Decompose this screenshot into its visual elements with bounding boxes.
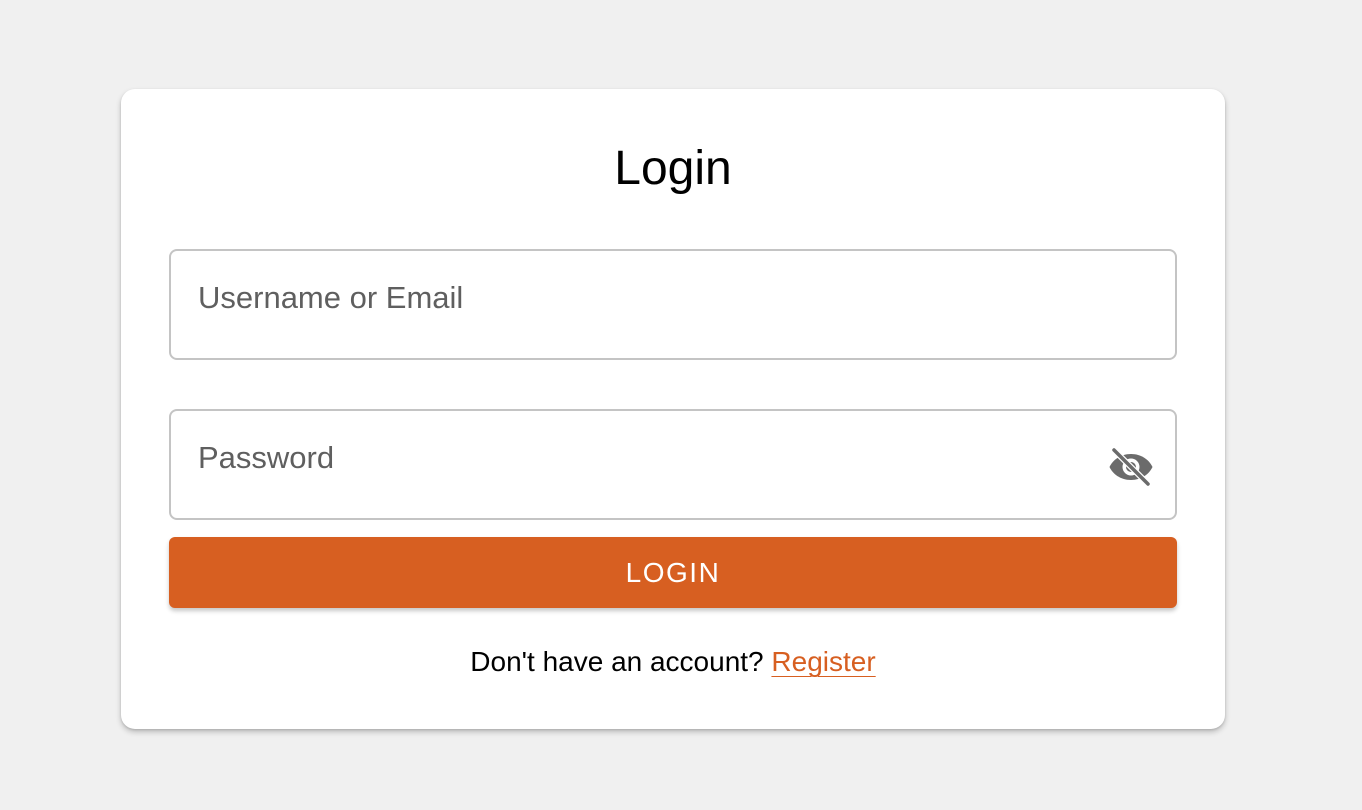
toggle-password-visibility-button[interactable]	[1107, 445, 1155, 489]
password-field[interactable]	[169, 409, 1177, 520]
register-prompt: Don't have an account? Register	[121, 645, 1225, 679]
username-field[interactable]	[169, 249, 1177, 360]
register-prompt-text: Don't have an account?	[470, 646, 764, 677]
username-input[interactable]	[171, 251, 1175, 358]
eye-off-icon	[1109, 447, 1153, 487]
login-card: Login LOGIN Don't have an account? Regis…	[121, 89, 1225, 729]
password-input[interactable]	[171, 411, 1175, 518]
login-button[interactable]: LOGIN	[169, 537, 1177, 608]
register-link[interactable]: Register	[771, 646, 875, 677]
page-title: Login	[614, 142, 732, 195]
